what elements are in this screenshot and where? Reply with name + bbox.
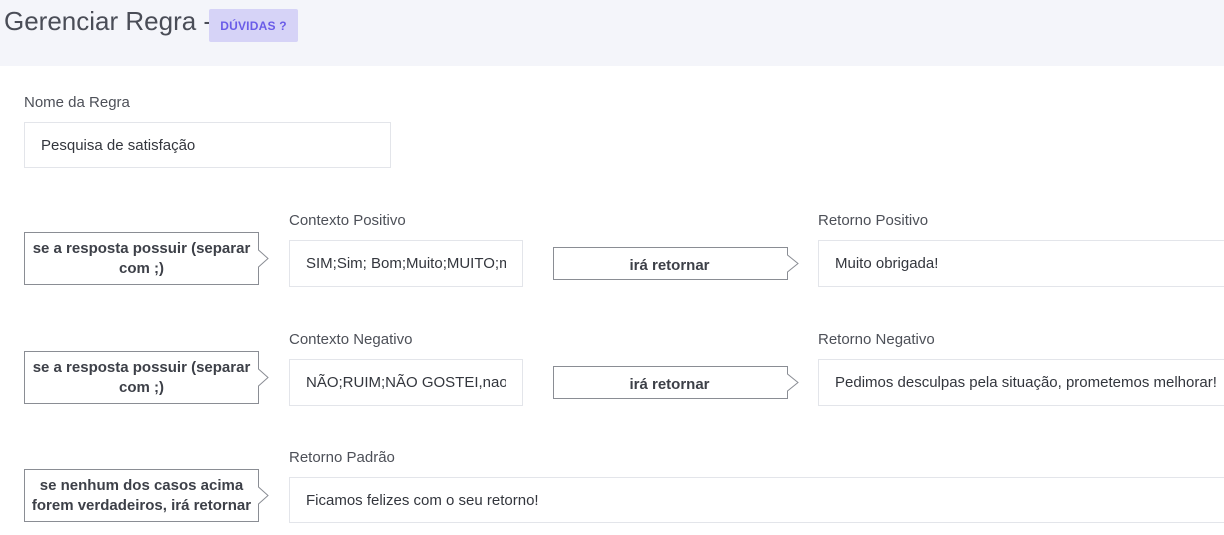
default-condition-callout: se nenhum dos casos acima forem verdadei…	[24, 469, 269, 522]
positive-arrow-label: irá retornar	[629, 257, 710, 274]
help-button[interactable]: DÚVIDAS ?	[209, 9, 298, 42]
default-condition-text: se nenhum dos casos acima forem verdadei…	[31, 476, 252, 514]
negative-arrow: irá retornar	[553, 366, 800, 399]
positive-return-label: Retorno Positivo	[818, 212, 929, 229]
positive-condition-callout: se a resposta possuir (separar com ;)	[24, 232, 269, 285]
positive-return-field[interactable]	[818, 240, 1224, 287]
rule-name-label: Nome da Regra	[24, 94, 130, 111]
positive-return-input[interactable]	[835, 255, 1208, 272]
page-header: Gerenciar Regra - DÚVIDAS ?	[0, 0, 1224, 66]
negative-return-field[interactable]	[818, 359, 1224, 406]
default-return-label: Retorno Padrão	[289, 449, 395, 466]
negative-context-label: Contexto Negativo	[289, 331, 413, 348]
rule-name-field[interactable]	[24, 122, 391, 168]
positive-context-label: Contexto Positivo	[289, 212, 406, 229]
negative-return-input[interactable]	[835, 374, 1220, 391]
negative-arrow-label: irá retornar	[629, 376, 710, 393]
negative-condition-callout: se a resposta possuir (separar com ;)	[24, 351, 269, 404]
default-return-field[interactable]	[289, 477, 1224, 523]
negative-return-label: Retorno Negativo	[818, 331, 935, 348]
positive-context-input[interactable]	[306, 255, 506, 272]
negative-context-field[interactable]	[289, 359, 523, 406]
page-title: Gerenciar Regra -	[4, 6, 213, 36]
positive-arrow: irá retornar	[553, 247, 800, 280]
negative-context-input[interactable]	[306, 374, 506, 391]
positive-context-field[interactable]	[289, 240, 523, 287]
rule-name-input[interactable]	[41, 136, 374, 154]
negative-condition-text: se a resposta possuir (separar com ;)	[32, 358, 251, 396]
positive-condition-text: se a resposta possuir (separar com ;)	[32, 239, 251, 277]
default-return-input[interactable]	[306, 491, 1208, 509]
